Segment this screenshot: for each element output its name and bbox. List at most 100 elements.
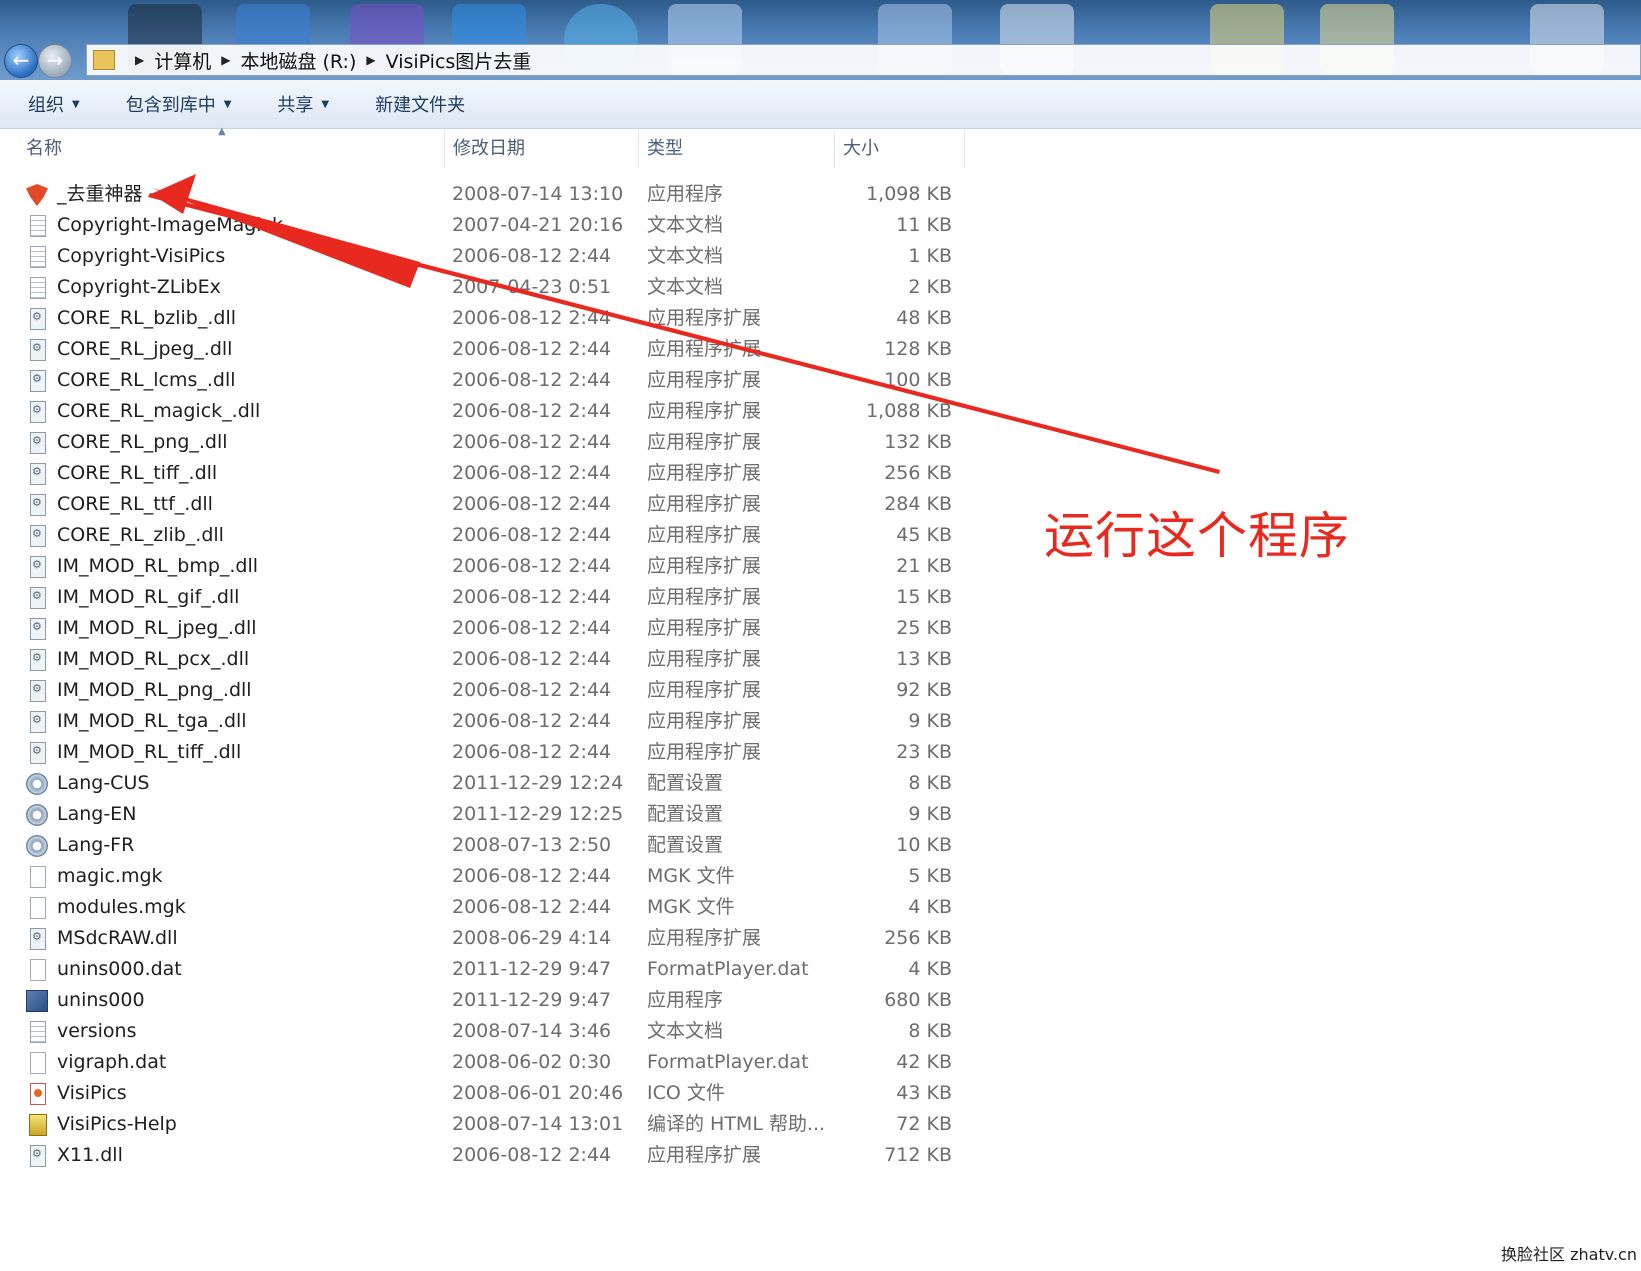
file-row[interactable]: IM_MOD_RL_gif_.dll 2006-08-12 2:44 应用程序扩展 1… <box>0 582 965 613</box>
file-name: VisiPics-Help <box>57 1113 177 1135</box>
file-row[interactable]: IM_MOD_RL_tiff_.dll 2006-08-12 2:44 应用程序扩展… <box>0 737 965 768</box>
chevron-right-icon[interactable]: ▶ <box>366 53 375 67</box>
file-type: 文本文档 <box>647 1020 724 1042</box>
organize-menu[interactable]: 组织 ▼ <box>28 91 80 117</box>
file-row[interactable]: CORE_RL_zlib_.dll 2006-08-12 2:44 应用程序扩展 45… <box>0 520 965 551</box>
file-date: 2006-08-12 2:44 <box>452 1144 612 1166</box>
column-header-name[interactable]: 名称 <box>18 130 445 168</box>
column-header-type[interactable]: 类型 <box>639 130 835 168</box>
file-size: 43 KB <box>896 1082 952 1104</box>
breadcrumb-current-folder[interactable]: VisiPics图片去重 <box>386 47 532 74</box>
config-file-icon <box>26 773 48 795</box>
file-row[interactable]: vigraph.dat 2008-06-02 0:30 FormatPlayer.d… <box>0 1047 965 1078</box>
file-row[interactable]: CORE_RL_png_.dll 2006-08-12 2:44 应用程序扩展 132… <box>0 427 965 458</box>
file-date: 2006-08-12 2:44 <box>452 307 612 329</box>
file-type: 应用程序扩展 <box>647 338 762 360</box>
dll-file-icon <box>30 339 46 361</box>
file-row[interactable]: VisiPics-Help 2008-07-14 13:01 编译的 HTML 帮助… <box>0 1109 965 1140</box>
file-name: VisiPics <box>57 1082 127 1104</box>
file-row[interactable]: CORE_RL_magick_.dll 2006-08-12 2:44 应用程序扩展… <box>0 396 965 427</box>
back-button[interactable]: ← <box>4 44 38 78</box>
file-row[interactable]: IM_MOD_RL_tga_.dll 2006-08-12 2:44 应用程序扩展 9… <box>0 706 965 737</box>
breadcrumb-local-disk[interactable]: 本地磁盘 (R:) <box>240 47 356 74</box>
file-size: 48 KB <box>896 307 952 329</box>
file-size: 10 KB <box>896 834 952 856</box>
dll-file-icon <box>30 711 46 733</box>
include-library-menu[interactable]: 包含到库中 ▼ <box>126 91 232 117</box>
file-size: 4 KB <box>908 896 952 918</box>
column-type-label: 类型 <box>647 138 683 159</box>
file-row[interactable]: MSdcRAW.dll 2008-06-29 4:14 应用程序扩展 256 KB <box>0 923 965 954</box>
file-row[interactable]: IM_MOD_RL_pcx_.dll 2006-08-12 2:44 应用程序扩展 1… <box>0 644 965 675</box>
file-date: 2006-08-12 2:44 <box>452 648 612 670</box>
file-date: 2008-06-02 0:30 <box>452 1051 612 1073</box>
file-type: 应用程序扩展 <box>647 369 762 391</box>
dll-file-icon <box>30 618 46 640</box>
column-header-date[interactable]: 修改日期 <box>445 130 639 168</box>
column-name-label: 名称 <box>26 138 62 159</box>
file-row[interactable]: modules.mgk 2006-08-12 2:44 MGK 文件 4 KB <box>0 892 965 923</box>
file-date: 2006-08-12 2:44 <box>452 431 612 453</box>
file-size: 1 KB <box>908 245 952 267</box>
column-header-size[interactable]: 大小 <box>835 130 965 168</box>
file-row[interactable]: VisiPics 2008-06-01 20:46 ICO 文件 43 KB <box>0 1078 965 1109</box>
file-row[interactable]: Copyright-ZLibEx 2007-04-23 0:51 文本文档 2 KB <box>0 272 965 303</box>
new-folder-button[interactable]: 新建文件夹 <box>375 91 465 117</box>
watermark: 换脸社区 zhatv.cn <box>1501 1245 1637 1264</box>
file-row[interactable]: versions 2008-07-14 3:46 文本文档 8 KB <box>0 1016 965 1047</box>
file-size: 23 KB <box>896 741 952 763</box>
file-name: CORE_RL_magick_.dll <box>57 400 261 422</box>
file-row[interactable]: unins000 2011-12-29 9:47 应用程序 680 KB <box>0 985 965 1016</box>
file-row[interactable]: IM_MOD_RL_png_.dll 2006-08-12 2:44 应用程序扩展 9… <box>0 675 965 706</box>
blank-file-icon <box>30 959 46 981</box>
file-row[interactable]: CORE_RL_tiff_.dll 2006-08-12 2:44 应用程序扩展 25… <box>0 458 965 489</box>
dll-file-icon <box>30 556 46 578</box>
file-type: FormatPlayer.dat <box>647 958 809 980</box>
file-name: IM_MOD_RL_tga_.dll <box>57 710 247 732</box>
file-name: Lang-EN <box>57 803 137 825</box>
file-name: Lang-FR <box>57 834 135 856</box>
file-type: 应用程序扩展 <box>647 493 762 515</box>
file-row[interactable]: CORE_RL_lcms_.dll 2006-08-12 2:44 应用程序扩展 10… <box>0 365 965 396</box>
file-row[interactable]: X11.dll 2006-08-12 2:44 应用程序扩展 712 KB <box>0 1140 965 1171</box>
file-date: 2006-08-12 2:44 <box>452 338 612 360</box>
dll-file-icon <box>30 370 46 392</box>
file-name: Lang-CUS <box>57 772 150 794</box>
chevron-right-icon[interactable]: ▶ <box>221 53 230 67</box>
file-type: 应用程序扩展 <box>647 648 762 670</box>
file-row[interactable]: CORE_RL_jpeg_.dll 2006-08-12 2:44 应用程序扩展 12… <box>0 334 965 365</box>
caret-down-icon: ▼ <box>223 98 232 110</box>
file-name: Copyright-VisiPics <box>57 245 226 267</box>
breadcrumb-computer[interactable]: 计算机 <box>154 47 211 74</box>
file-row[interactable]: Lang-CUS 2011-12-29 12:24 配置设置 8 KB <box>0 768 965 799</box>
file-row[interactable]: IM_MOD_RL_bmp_.dll 2006-08-12 2:44 应用程序扩展 2… <box>0 551 965 582</box>
file-type: 应用程序扩展 <box>647 679 762 701</box>
file-name: _去重神器 <box>57 183 143 205</box>
share-menu[interactable]: 共享 ▼ <box>277 91 329 117</box>
file-row[interactable]: IM_MOD_RL_jpeg_.dll 2006-08-12 2:44 应用程序扩展… <box>0 613 965 644</box>
file-size: 15 KB <box>896 586 952 608</box>
file-row[interactable]: unins000.dat 2011-12-29 9:47 FormatPlayer.… <box>0 954 965 985</box>
file-name: magic.mgk <box>57 865 163 887</box>
file-row[interactable]: Copyright-VisiPics 2006-08-12 2:44 文本文档 1 K… <box>0 241 965 272</box>
file-row[interactable]: _去重神器 2008-07-14 13:10 应用程序 1,098 KB <box>0 179 965 210</box>
file-type: 文本文档 <box>647 245 724 267</box>
folder-icon <box>93 50 115 70</box>
address-bar[interactable]: ▶ 计算机 ▶ 本地磁盘 (R:) ▶ VisiPics图片去重 <box>86 44 1641 76</box>
file-name: CORE_RL_zlib_.dll <box>57 524 224 546</box>
file-size: 8 KB <box>908 772 952 794</box>
file-row[interactable]: CORE_RL_bzlib_.dll 2006-08-12 2:44 应用程序扩展 4… <box>0 303 965 334</box>
forward-button[interactable]: → <box>38 44 72 78</box>
chevron-right-icon[interactable]: ▶ <box>135 53 144 67</box>
chm-help-icon <box>29 1114 47 1136</box>
file-date: 2006-08-12 2:44 <box>452 617 612 639</box>
file-size: 11 KB <box>896 214 952 236</box>
file-size: 256 KB <box>884 927 952 949</box>
file-row[interactable]: CORE_RL_ttf_.dll 2006-08-12 2:44 应用程序扩展 284… <box>0 489 965 520</box>
blank-file-icon <box>30 897 46 919</box>
file-row[interactable]: magic.mgk 2006-08-12 2:44 MGK 文件 5 KB <box>0 861 965 892</box>
file-row[interactable]: Copyright-ImageMagick 2007-04-21 20:16 文本文… <box>0 210 965 241</box>
file-type: 文本文档 <box>647 276 724 298</box>
file-row[interactable]: Lang-FR 2008-07-13 2:50 配置设置 10 KB <box>0 830 965 861</box>
file-row[interactable]: Lang-EN 2011-12-29 12:25 配置设置 9 KB <box>0 799 965 830</box>
